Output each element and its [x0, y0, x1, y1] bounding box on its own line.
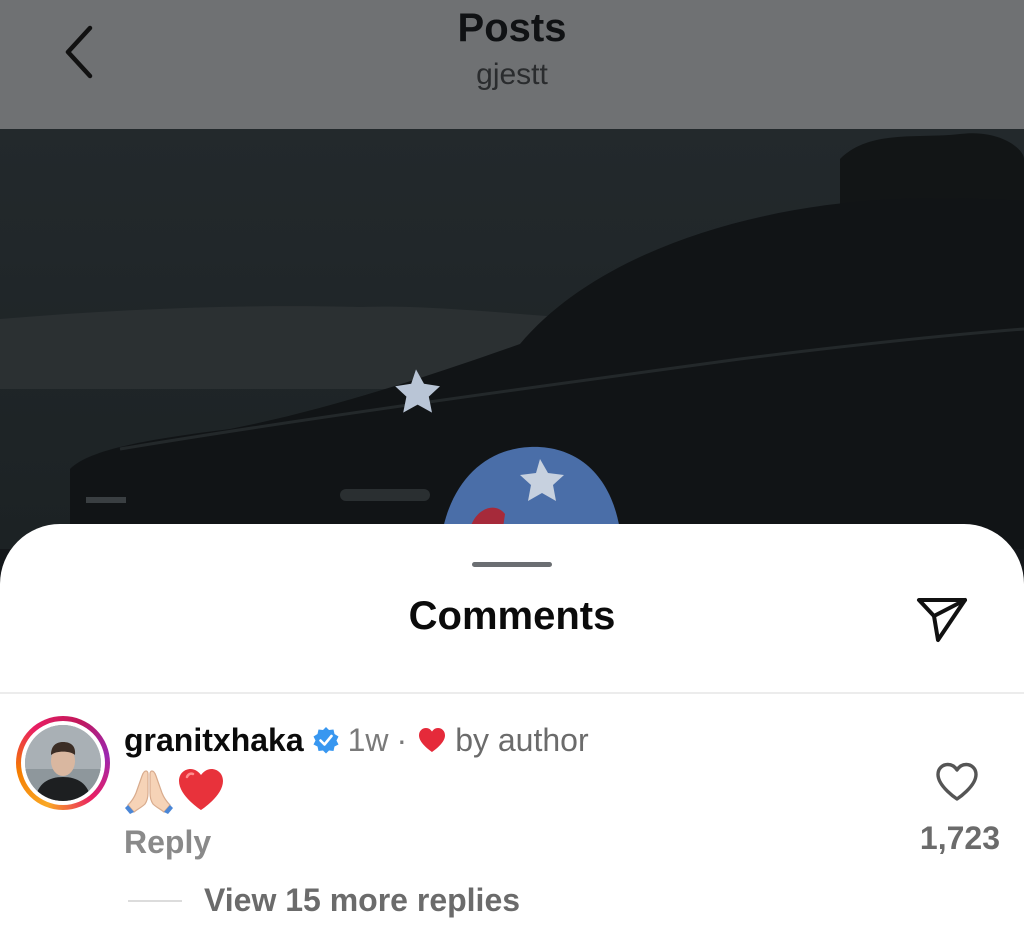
page-subtitle-username: gjestt — [476, 58, 548, 91]
like-comment-button[interactable] — [934, 760, 980, 804]
post-image — [0, 129, 1024, 549]
divider — [0, 692, 1024, 694]
sheet-drag-handle[interactable] — [472, 562, 552, 567]
page-title: Posts — [457, 6, 567, 50]
view-more-replies-button[interactable]: View 15 more replies — [204, 882, 520, 919]
share-button[interactable] — [914, 594, 970, 646]
liked-by-author-label: by author — [455, 721, 589, 758]
comment-timestamp: 1w — [347, 721, 389, 758]
comment-header: granitxhaka 1w · by author — [124, 720, 589, 760]
comment-text — [124, 764, 228, 816]
folded-hands-emoji-icon — [125, 770, 173, 814]
verified-badge-icon — [313, 727, 339, 754]
reply-button[interactable]: Reply — [124, 824, 211, 861]
avatar-story-ring[interactable] — [16, 716, 110, 810]
top-nav-bar: Posts gjestt — [0, 0, 1024, 129]
separator-dot: · — [396, 721, 408, 758]
heart-outline-icon — [936, 762, 978, 801]
comment-username[interactable]: granitxhaka — [124, 722, 304, 759]
replies-connector-line — [128, 900, 182, 902]
paper-plane-icon — [917, 598, 967, 642]
avatar — [25, 725, 101, 801]
like-count: 1,723 — [919, 820, 1000, 856]
comments-title: Comments — [408, 594, 616, 638]
red-heart-icon — [419, 728, 446, 752]
avatar-photo — [25, 725, 101, 801]
post-image-illustration — [0, 129, 1024, 549]
red-heart-emoji-icon — [179, 769, 223, 810]
comments-sheet: Comments granitxhaka 1w · by author Repl… — [0, 524, 1024, 949]
